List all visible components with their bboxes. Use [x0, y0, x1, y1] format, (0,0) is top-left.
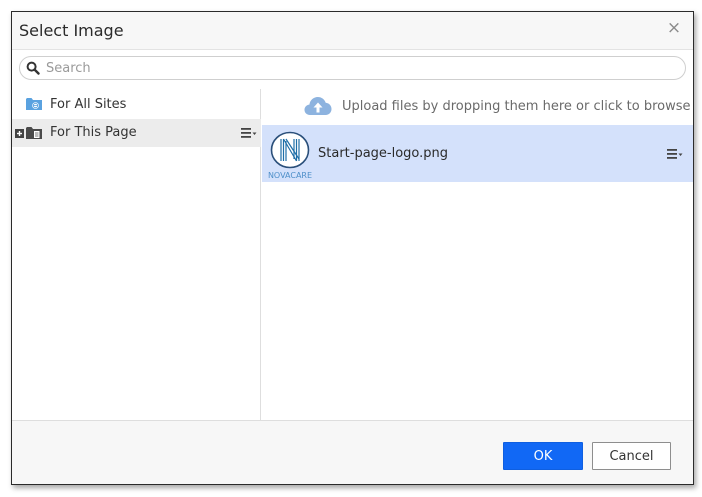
- select-image-dialog: Select Image × For All Sites: [11, 11, 694, 485]
- search-icon: [26, 61, 40, 75]
- dialog-header: Select Image ×: [12, 12, 693, 50]
- close-icon[interactable]: ×: [665, 19, 683, 37]
- tree-item-for-all-sites[interactable]: For All Sites: [12, 91, 261, 119]
- context-menu-icon[interactable]: [667, 148, 683, 160]
- dialog-title: Select Image: [19, 21, 124, 40]
- expand-plus-icon[interactable]: [15, 129, 24, 138]
- search-box: [19, 56, 686, 80]
- cancel-button[interactable]: Cancel: [592, 442, 671, 470]
- search-input[interactable]: [44, 59, 674, 77]
- site-folder-icon: [26, 98, 42, 110]
- folder-tree: For All Sites For This Page: [12, 89, 261, 420]
- file-name: Start-page-logo.png: [318, 146, 449, 161]
- thumbnail-caption-text: NOVACARE: [268, 171, 312, 180]
- thumbnail-caption: NOVACARE: [268, 171, 312, 180]
- tree-item-label: For All Sites: [50, 97, 127, 112]
- novacare-logo-icon: [270, 131, 310, 169]
- page-folder-icon: [26, 127, 42, 139]
- file-thumbnail: NOVACARE: [266, 128, 314, 180]
- dialog-footer: OK Cancel: [12, 420, 693, 484]
- tree-item-for-this-page[interactable]: For This Page: [12, 119, 261, 147]
- upload-instructions: Upload files by dropping them here or cl…: [342, 99, 691, 114]
- file-pane: Upload files by dropping them here or cl…: [262, 89, 693, 420]
- file-item[interactable]: NOVACARE Start-page-logo.png: [262, 125, 693, 182]
- cloud-upload-icon: [304, 97, 332, 115]
- ok-button[interactable]: OK: [503, 442, 583, 470]
- context-menu-icon[interactable]: [241, 127, 257, 139]
- tree-item-label: For This Page: [50, 125, 137, 140]
- upload-dropzone[interactable]: Upload files by dropping them here or cl…: [262, 89, 693, 125]
